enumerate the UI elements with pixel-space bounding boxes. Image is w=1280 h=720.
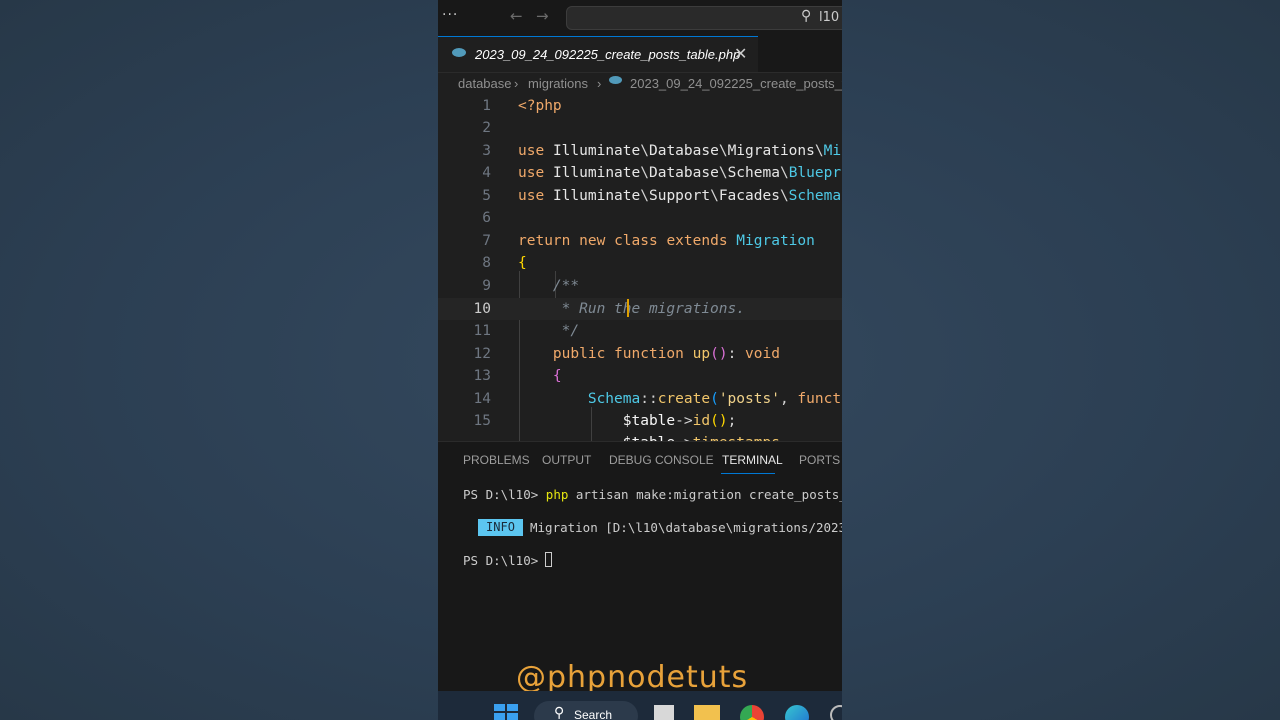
line-number: 15 bbox=[473, 413, 491, 429]
file-explorer-icon[interactable] bbox=[694, 705, 720, 720]
terminal-cursor bbox=[545, 552, 552, 567]
app-icon[interactable] bbox=[830, 705, 842, 720]
code-line: 11 */ bbox=[438, 320, 842, 342]
text-cursor bbox=[627, 299, 629, 317]
close-icon[interactable]: ✕ bbox=[734, 44, 747, 63]
tab-label: 2023_09_24_092225_create_posts_table.php bbox=[475, 47, 741, 62]
line-number: 4 bbox=[482, 165, 491, 181]
code-editor[interactable]: 1 <?php 2 3 use Illuminate\Database\Migr… bbox=[438, 95, 842, 441]
code-line: 3 use Illuminate\Database\Migrations\Mig… bbox=[438, 140, 842, 162]
more-actions-icon[interactable]: ··· bbox=[442, 7, 458, 23]
terminal-command: php bbox=[545, 487, 569, 502]
code-line: 5 use Illuminate\Support\Facades\Schema; bbox=[438, 185, 842, 207]
breadcrumb-item-database[interactable]: database bbox=[458, 76, 512, 91]
breadcrumb-separator: › bbox=[514, 76, 519, 91]
breadcrumb: database › migrations › 2023_09_24_09222… bbox=[438, 73, 842, 95]
breadcrumb-item-migrations[interactable]: migrations bbox=[528, 76, 588, 91]
tab-debug-console[interactable]: DEBUG CONSOLE bbox=[609, 453, 714, 467]
code-line: 15 $table->id(); bbox=[438, 410, 842, 432]
line-number: 8 bbox=[482, 255, 491, 271]
line-number: 3 bbox=[482, 143, 491, 159]
line-number: 5 bbox=[482, 188, 491, 204]
windows-taskbar: ⚲ Search bbox=[438, 691, 842, 720]
video-background: ··· ← → ⚲ l10 2023_09_24_092225_create_p… bbox=[0, 0, 1280, 720]
code-line: 8 { bbox=[438, 252, 842, 274]
code-line: 12 public function up(): void bbox=[438, 343, 842, 365]
code-line: 1 <?php bbox=[438, 95, 842, 117]
title-bar: ··· ← → ⚲ l10 bbox=[438, 0, 842, 36]
tab-problems[interactable]: PROBLEMS bbox=[463, 453, 530, 467]
line-number: 6 bbox=[482, 210, 491, 226]
back-arrow-icon[interactable]: ← bbox=[510, 7, 523, 25]
command-center[interactable]: ⚲ l10 bbox=[566, 6, 842, 30]
terminal-line[interactable]: PS D:\l10> php artisan make:migration cr… bbox=[463, 487, 842, 502]
line-number: 2 bbox=[482, 120, 491, 136]
breadcrumb-separator: › bbox=[597, 76, 602, 91]
taskbar-search[interactable]: ⚲ Search bbox=[534, 701, 638, 720]
code-line: 6 bbox=[438, 207, 842, 229]
taskbar-search-label: Search bbox=[574, 708, 613, 720]
code-line: 4 use Illuminate\Database\Schema\Bluepri… bbox=[438, 162, 842, 184]
command-center-text: l10 bbox=[819, 10, 840, 25]
line-number: 11 bbox=[473, 323, 491, 339]
line-number: 10 bbox=[473, 301, 491, 317]
windows-start-icon[interactable] bbox=[494, 704, 518, 720]
line-number: 7 bbox=[482, 233, 491, 249]
active-tab-indicator bbox=[721, 473, 775, 474]
code-line-active: 10 * Run the migrations. bbox=[438, 298, 842, 320]
tab-terminal[interactable]: TERMINAL bbox=[722, 453, 783, 467]
editor-tab[interactable]: 2023_09_24_092225_create_posts_table.php… bbox=[438, 36, 758, 72]
terminal-prompt-line[interactable]: PS D:\l10> bbox=[463, 553, 546, 568]
channel-watermark: @phpnodetuts bbox=[516, 660, 749, 695]
terminal-output: Migration [D:\l10\database\migrations/20… bbox=[530, 520, 842, 535]
task-view-icon[interactable] bbox=[654, 705, 674, 720]
code-line: 9 /** bbox=[438, 275, 842, 297]
editor-tab-bar: 2023_09_24_092225_create_posts_table.php… bbox=[438, 36, 842, 73]
code-line: 2 bbox=[438, 117, 842, 139]
line-number: 9 bbox=[482, 278, 491, 294]
tab-ports[interactable]: PORTS bbox=[799, 453, 840, 467]
tab-output[interactable]: OUTPUT bbox=[542, 453, 591, 467]
vscode-window: ··· ← → ⚲ l10 2023_09_24_092225_create_p… bbox=[438, 0, 842, 720]
code-line: 7 return new class extends Migration bbox=[438, 230, 842, 252]
chrome-icon[interactable] bbox=[740, 705, 764, 720]
code-line: 13 { bbox=[438, 365, 842, 387]
code-line: 14 Schema::create('posts', function bbox=[438, 388, 842, 410]
terminal-command-args: artisan make:migration create_posts_ bbox=[568, 487, 842, 502]
php-file-icon bbox=[452, 48, 466, 57]
search-icon: ⚲ bbox=[554, 705, 565, 720]
forward-arrow-icon[interactable]: → bbox=[536, 7, 549, 25]
code-line: $table->timestamps bbox=[438, 432, 842, 441]
bottom-panel: PROBLEMS OUTPUT DEBUG CONSOLE TERMINAL P… bbox=[438, 441, 842, 692]
line-number: 13 bbox=[473, 368, 491, 384]
info-badge: INFO bbox=[478, 519, 523, 536]
breadcrumb-item-file[interactable]: 2023_09_24_092225_create_posts_ta bbox=[630, 76, 842, 91]
terminal-prompt: PS D:\l10> bbox=[463, 487, 546, 502]
search-icon: ⚲ bbox=[801, 8, 812, 24]
line-number: 1 bbox=[482, 98, 491, 114]
line-number: 14 bbox=[473, 391, 491, 407]
line-number: 12 bbox=[473, 346, 491, 362]
php-file-icon bbox=[609, 76, 622, 84]
edge-icon[interactable] bbox=[785, 705, 809, 720]
